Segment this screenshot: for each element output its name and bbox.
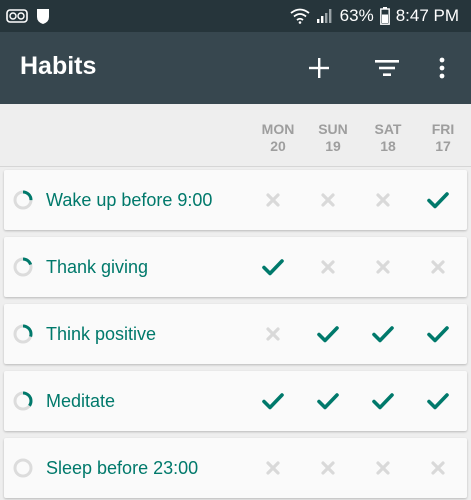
habit-name: Thank giving (46, 257, 149, 277)
cross-icon (376, 193, 390, 207)
habit-card[interactable]: Wake up before 9:00 (4, 170, 467, 230)
add-icon (309, 58, 329, 78)
check-cell[interactable] (368, 252, 398, 282)
cross-icon (431, 260, 445, 274)
day-name: SUN (318, 121, 348, 137)
day-name: MON (261, 121, 295, 137)
habit-card[interactable]: Thank giving (4, 237, 467, 297)
shield-icon (37, 8, 49, 24)
check-cell[interactable] (368, 453, 398, 483)
wifi-icon (290, 8, 310, 24)
cross-icon (431, 461, 445, 475)
check-icon (427, 192, 449, 209)
check-cell[interactable] (258, 252, 288, 282)
app-bar: Habits (0, 32, 471, 104)
cross-icon (376, 260, 390, 274)
day-header[interactable]: SUN 19 (308, 121, 358, 155)
check-cell[interactable] (423, 185, 453, 215)
day-number: 18 (380, 138, 396, 154)
check-cell[interactable] (368, 185, 398, 215)
add-habit-button[interactable] (301, 50, 337, 86)
score-ring-icon (13, 391, 33, 411)
battery-icon (379, 7, 390, 25)
check-cell[interactable] (313, 453, 343, 483)
cross-icon (321, 461, 335, 475)
cross-icon (266, 327, 280, 341)
cross-icon (321, 193, 335, 207)
check-cell[interactable] (313, 252, 343, 282)
habit-card[interactable]: Meditate (4, 371, 467, 431)
check-icon (262, 259, 284, 276)
day-name: SAT (374, 121, 402, 137)
check-cell[interactable] (258, 185, 288, 215)
check-icon (427, 393, 449, 410)
check-cell[interactable] (258, 386, 288, 416)
filter-button[interactable] (369, 50, 405, 86)
check-cell[interactable] (313, 185, 343, 215)
overflow-menu-button[interactable] (424, 50, 460, 86)
overflow-menu-icon (439, 57, 445, 79)
check-icon (262, 393, 284, 410)
status-left-icons (6, 7, 50, 25)
check-cell[interactable] (258, 319, 288, 349)
check-icon (372, 326, 394, 343)
check-icon (372, 393, 394, 410)
check-icon (427, 326, 449, 343)
day-header[interactable]: SAT 18 (363, 121, 413, 155)
voicemail-icon (6, 9, 28, 23)
check-cell[interactable] (423, 319, 453, 349)
clock: 8:47 PM (395, 6, 459, 25)
score-ring-icon (13, 190, 33, 210)
cross-icon (321, 260, 335, 274)
battery-percent: 63% (339, 6, 374, 25)
filter-icon (375, 60, 399, 76)
check-cell[interactable] (313, 386, 343, 416)
check-cell[interactable] (423, 453, 453, 483)
day-name: FRI (431, 121, 455, 137)
day-number: 17 (435, 138, 451, 154)
date-header: MON 20 SUN 19 SAT 18 FRI 17 (0, 104, 471, 167)
check-icon (317, 393, 339, 410)
cross-icon (266, 461, 280, 475)
score-ring-icon (13, 458, 33, 478)
check-cell[interactable] (313, 319, 343, 349)
check-cell[interactable] (423, 252, 453, 282)
cross-icon (266, 193, 280, 207)
check-cell[interactable] (368, 386, 398, 416)
status-bar: 63% 8:47 PM (0, 0, 471, 32)
check-cell[interactable] (258, 453, 288, 483)
habit-card[interactable]: Sleep before 23:00 (4, 438, 467, 498)
habit-name: Meditate (46, 391, 116, 411)
score-ring-icon (13, 257, 33, 277)
day-number: 20 (270, 138, 286, 154)
score-ring-icon (13, 324, 33, 344)
day-header[interactable]: MON 20 (253, 121, 303, 155)
status-right: 63% 8:47 PM (290, 0, 459, 32)
day-header[interactable]: FRI 17 (418, 121, 468, 155)
signal-icon (316, 9, 332, 23)
check-cell[interactable] (423, 386, 453, 416)
cross-icon (376, 461, 390, 475)
habit-name: Sleep before 23:00 (46, 458, 199, 478)
check-icon (317, 326, 339, 343)
day-number: 19 (325, 138, 341, 154)
app-title: Habits (20, 52, 97, 80)
habit-name: Wake up before 9:00 (46, 190, 213, 210)
habit-card[interactable]: Think positive (4, 304, 467, 364)
habit-name: Think positive (46, 324, 157, 344)
check-cell[interactable] (368, 319, 398, 349)
